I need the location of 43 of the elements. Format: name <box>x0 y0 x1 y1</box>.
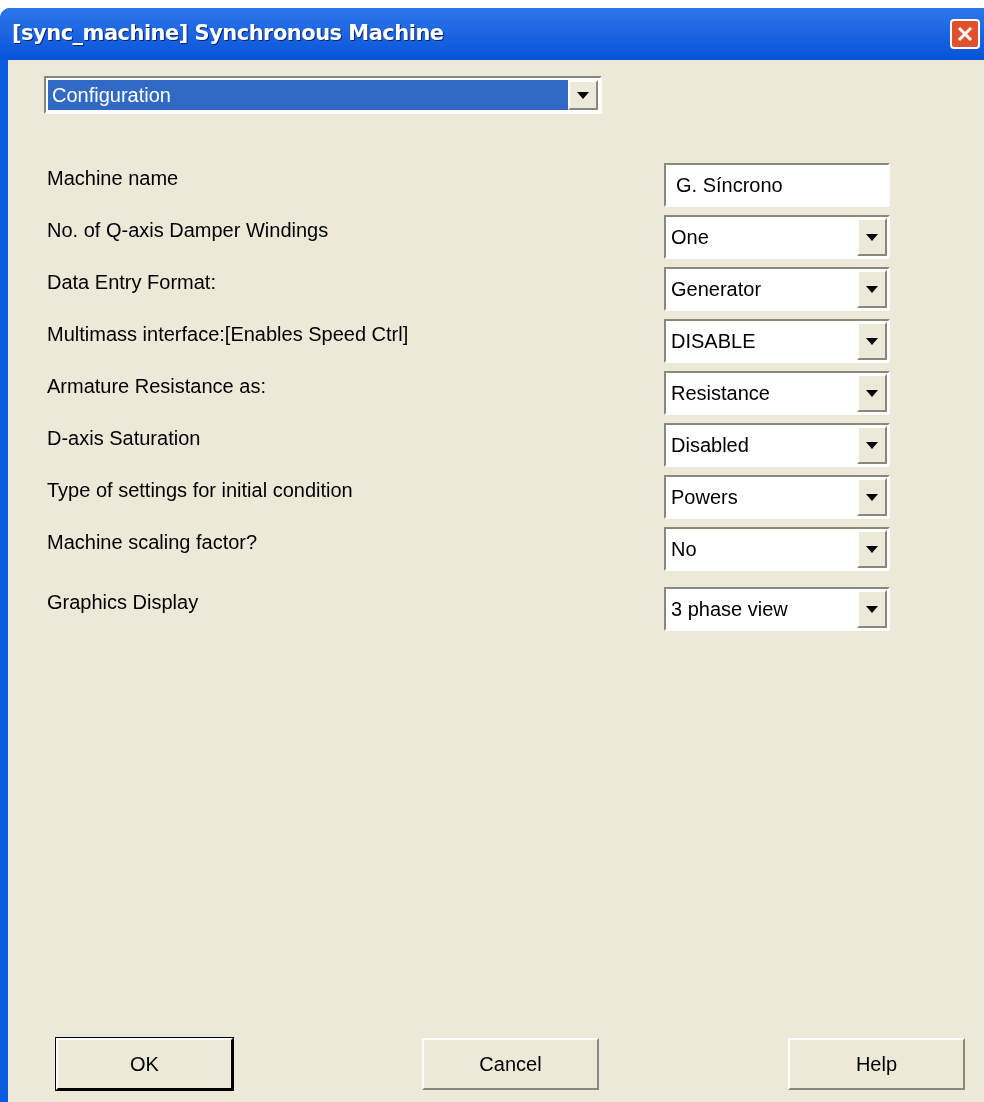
dropdown[interactable]: No <box>664 527 890 571</box>
dropdown[interactable]: Disabled <box>664 423 890 467</box>
window-title: [sync_machine] Synchronous Machine <box>12 20 444 48</box>
field-label: D-axis Saturation <box>46 426 201 451</box>
dropdown-arrow-button[interactable] <box>857 426 887 464</box>
dropdown-arrow-button[interactable] <box>568 80 598 110</box>
field-label: Machine scaling factor? <box>46 530 258 555</box>
dropdown[interactable]: Generator <box>664 267 890 311</box>
caret-icon <box>866 389 878 397</box>
dialog-button[interactable]: Help <box>788 1038 965 1090</box>
dropdown-arrow-button[interactable] <box>857 478 887 516</box>
field-label: Multimass interface:[Enables Speed Ctrl] <box>46 322 409 347</box>
field-label: No. of Q-axis Damper Windings <box>46 218 329 243</box>
field-label: Type of settings for initial condition <box>46 478 353 503</box>
dropdown[interactable]: 3 phase view <box>664 587 890 631</box>
dropdown-arrow-button[interactable] <box>857 322 887 360</box>
field-label: Machine name <box>46 166 179 191</box>
dropdown-arrow-button[interactable] <box>857 270 887 308</box>
caret-icon <box>577 91 589 99</box>
close-button[interactable] <box>950 19 980 49</box>
dropdown-arrow-button[interactable] <box>857 530 887 568</box>
caret-icon <box>866 285 878 293</box>
dropdown[interactable]: One <box>664 215 890 259</box>
input-field[interactable]: G. Síncrono <box>664 163 890 207</box>
caret-icon <box>866 233 878 241</box>
dialog-button[interactable]: OK <box>56 1038 233 1090</box>
caret-icon <box>866 441 878 449</box>
caret-icon <box>866 337 878 345</box>
close-icon <box>956 25 974 43</box>
dialog-button[interactable]: Cancel <box>422 1038 599 1090</box>
section-dropdown[interactable]: Configuration <box>44 76 602 114</box>
dropdown-arrow-button[interactable] <box>857 374 887 412</box>
dropdown[interactable]: DISABLE <box>664 319 890 363</box>
caret-icon <box>866 493 878 501</box>
dropdown[interactable]: Powers <box>664 475 890 519</box>
caret-icon <box>866 605 878 613</box>
field-label: Armature Resistance as: <box>46 374 266 399</box>
caret-icon <box>866 545 878 553</box>
dropdown-arrow-button[interactable] <box>857 218 887 256</box>
field-label: Graphics Display <box>46 590 199 615</box>
dropdown[interactable]: Resistance <box>664 371 890 415</box>
dropdown-arrow-button[interactable] <box>857 590 887 628</box>
field-label: Data Entry Format: <box>46 270 216 295</box>
